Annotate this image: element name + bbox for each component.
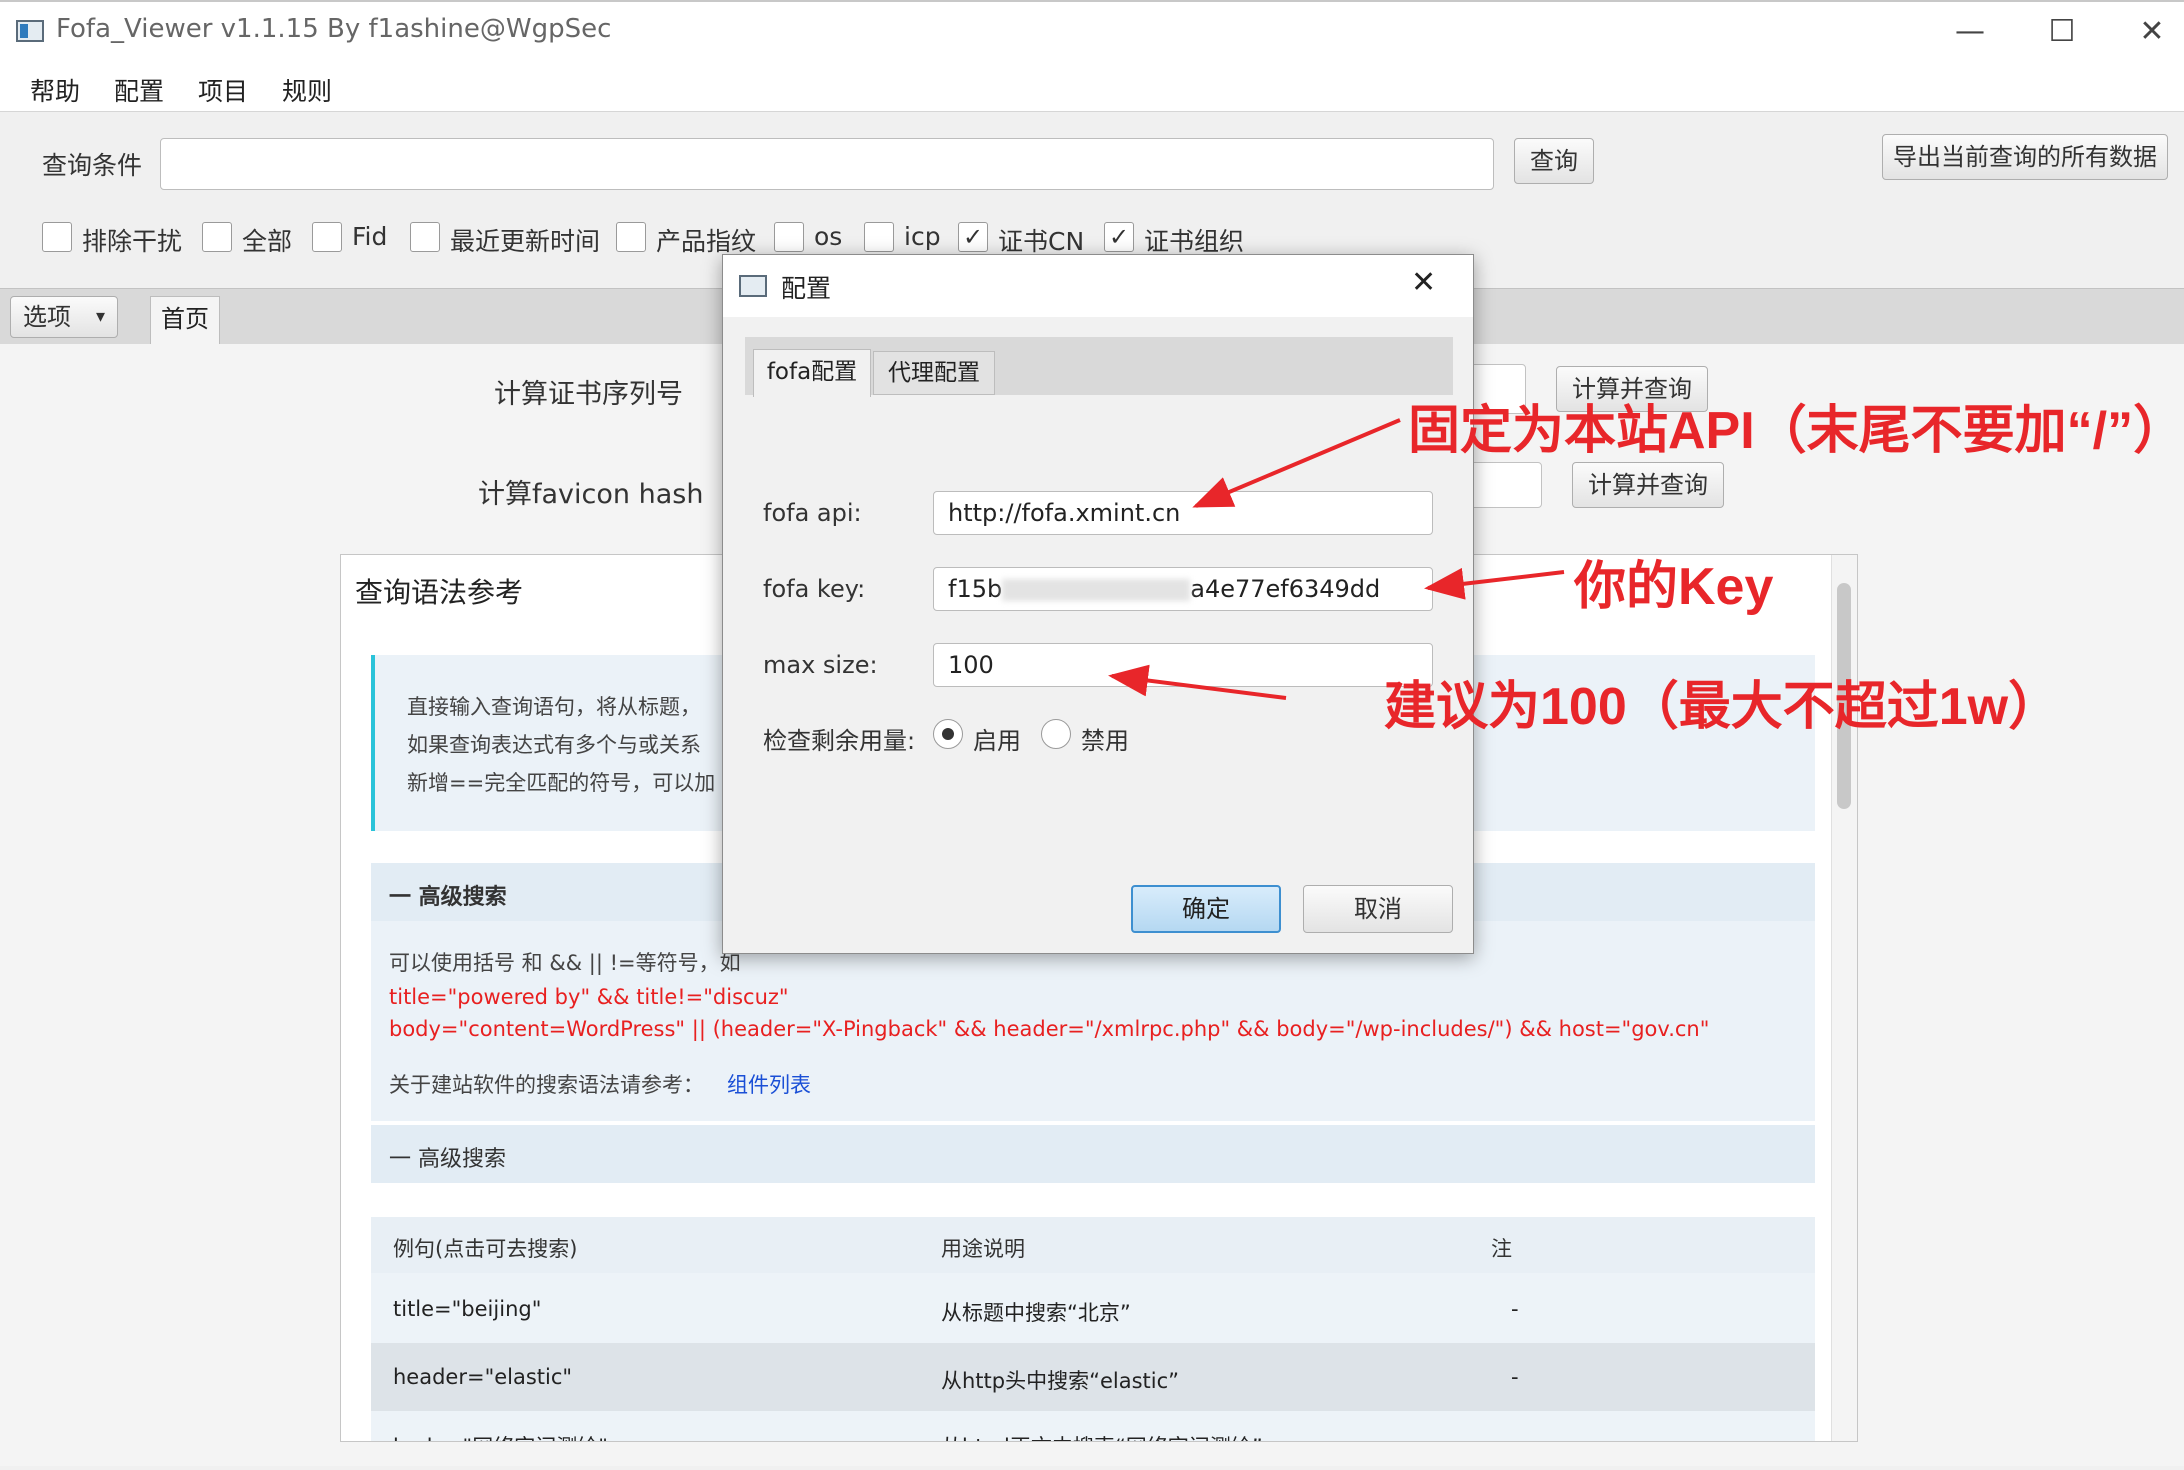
arrow-to-api [1192,418,1401,508]
size-annotation: 建议为100（最大不超过1w） [1384,678,2061,736]
api-annotation: 固定为本站API（末尾不要加“/”） [1408,402,2184,460]
key-annotation: 你的Key [1574,558,1774,616]
arrow-to-key [1424,567,1565,600]
arrow-to-size [1108,664,1287,700]
